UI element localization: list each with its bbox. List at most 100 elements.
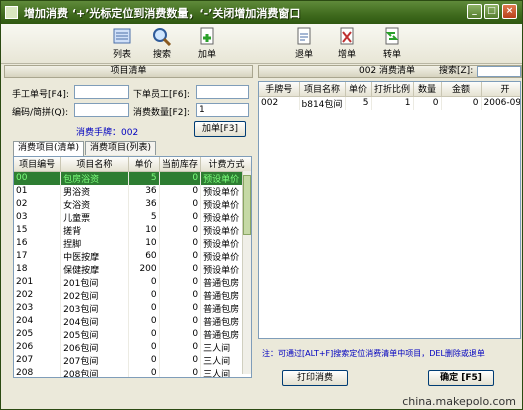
col-item-code[interactable]: 项目编号: [14, 157, 62, 172]
consumption-row-cell: 0: [441, 96, 482, 110]
item-tabs: 消费项目(清单) 消费项目(列表): [13, 141, 157, 156]
search-tool-button[interactable]: 搜索: [144, 26, 180, 62]
item-row-cell: 03: [14, 210, 62, 224]
item-row-cell: 10: [128, 223, 160, 237]
item-row-cell: 206: [14, 340, 62, 354]
col-unit-price[interactable]: 单价: [345, 82, 372, 97]
item-row-cell: 01: [14, 184, 62, 198]
item-grid-scrollbar[interactable]: [242, 171, 251, 374]
confirm-button[interactable]: 确定 [F5]: [428, 370, 494, 386]
item-row-cell: 女浴资: [60, 197, 129, 211]
item-row-cell: 男浴资: [60, 184, 129, 198]
consumption-header: 002 消费清单 搜索[Z]:: [258, 65, 522, 78]
item-row[interactable]: 00 包房浴资 5 0 预设单价: [14, 171, 251, 185]
transfer-tool-button[interactable]: 转单: [374, 26, 410, 62]
item-row-cell: 10: [128, 236, 160, 250]
col-stock[interactable]: 当前库存: [159, 157, 202, 172]
item-row-cell: 0: [159, 249, 202, 263]
item-row[interactable]: 205 205包间 0 0 普通包房: [14, 327, 251, 341]
item-row[interactable]: 203 203包间 0 0 普通包房: [14, 301, 251, 315]
item-row-cell: 17: [14, 249, 62, 263]
tab-item-list[interactable]: 消费项目(清单): [13, 141, 85, 156]
item-row[interactable]: 01 男浴资 36 0 预设单价: [14, 184, 251, 198]
item-row-cell: 0: [159, 275, 202, 289]
item-row[interactable]: 202 202包间 0 0 普通包房: [14, 288, 251, 302]
item-row[interactable]: 206 206包间 0 0 三人间: [14, 340, 251, 354]
refund-tool-button[interactable]: 退单: [286, 26, 322, 62]
item-row[interactable]: 207 207包间 0 0 三人间: [14, 353, 251, 367]
item-row[interactable]: 18 保健按摩 200 0 预设单价: [14, 262, 251, 276]
col-card-no[interactable]: 手牌号: [259, 82, 300, 97]
item-row-cell: 36: [128, 197, 160, 211]
item-row-cell: 207: [14, 353, 62, 367]
scroll-thumb[interactable]: [243, 175, 251, 235]
col-amount[interactable]: 金额: [441, 82, 482, 97]
consumption-title: 002 消费清单: [359, 66, 416, 76]
item-row-cell: 捏脚: [60, 236, 129, 250]
item-row-cell: 15: [14, 223, 62, 237]
maximize-button[interactable]: □: [484, 4, 499, 19]
title-bar: 增加消费 ‘+’光标定位到消费数量，‘-’关闭增加消费窗口 _ □ ×: [1, 1, 522, 24]
item-row-cell: 0: [159, 236, 202, 250]
card-number-text: 消费手牌：002: [76, 128, 139, 138]
print-button[interactable]: 打印消费: [282, 370, 348, 386]
col-price[interactable]: 单价: [128, 157, 160, 172]
code-input[interactable]: [74, 103, 129, 117]
consumption-search-input[interactable]: [477, 66, 521, 77]
consumption-row-cell: 0: [413, 96, 442, 110]
watermark: china.makepolo.com: [402, 395, 516, 408]
item-row-cell: 202包间: [60, 288, 129, 302]
item-row[interactable]: 204 204包间 0 0 普通包房: [14, 314, 251, 328]
item-row-cell: 0: [159, 327, 202, 341]
add-order-button[interactable]: 加单[F3]: [194, 121, 246, 137]
minimize-button[interactable]: _: [467, 4, 482, 19]
list-tool-button[interactable]: 列表: [104, 26, 140, 62]
consumption-list-panel: 002 消费清单 搜索[Z]: 手牌号 项目名称 单价 打折比例 数量 金额 开…: [258, 65, 522, 407]
consumption-grid: 手牌号 项目名称 单价 打折比例 数量 金额 开 002 b814包间 5 1 0 0 20…: [258, 81, 521, 339]
item-row-cell: 200: [128, 262, 160, 276]
consumption-row-cell: 1: [371, 96, 414, 110]
col-billing[interactable]: 计费方式: [200, 157, 251, 172]
hint-note: 注：可通过[ALT+F]搜索定位消费清单中项目，DEL删除或退单: [262, 349, 485, 358]
item-row-cell: 201: [14, 275, 62, 289]
item-row-cell: 204包间: [60, 314, 129, 328]
item-row-cell: 0: [159, 184, 202, 198]
qty-input[interactable]: 1: [196, 103, 249, 117]
void-icon: [340, 27, 354, 45]
col-discount[interactable]: 打折比例: [371, 82, 414, 97]
item-row[interactable]: 201 201包间 0 0 普通包房: [14, 275, 251, 289]
search-label: 搜索[Z]:: [439, 66, 474, 76]
list-icon: [113, 28, 131, 44]
item-row[interactable]: 02 女浴资 36 0 预设单价: [14, 197, 251, 211]
item-row-cell: 0: [159, 210, 202, 224]
staff-input[interactable]: [196, 85, 249, 99]
item-row-cell: 18: [14, 262, 62, 276]
item-row-cell: 儿童票: [60, 210, 129, 224]
tab-item-table[interactable]: 消费项目(列表): [85, 141, 157, 155]
consumption-row-cell: 5: [345, 96, 372, 110]
window-title: 增加消费 ‘+’光标定位到消费数量，‘-’关闭增加消费窗口: [24, 6, 301, 20]
item-row[interactable]: 16 捏脚 10 0 预设单价: [14, 236, 251, 250]
add-consumption-window: 增加消费 ‘+’光标定位到消费数量，‘-’关闭增加消费窗口 _ □ × 列表 搜…: [0, 0, 523, 410]
item-row-cell: 0: [159, 288, 202, 302]
manual-no-input[interactable]: [74, 85, 129, 99]
item-row[interactable]: 03 儿童票 5 0 预设单价: [14, 210, 251, 224]
toolbar: 列表 搜索 加单 退单 增单 转单: [1, 24, 522, 64]
col-open-time[interactable]: 开: [481, 82, 520, 97]
add-tool-button[interactable]: 加单: [189, 26, 225, 62]
item-row[interactable]: 15 搓背 10 0 预设单价: [14, 223, 251, 237]
col-item-name[interactable]: 项目名称: [60, 157, 129, 172]
item-row-cell: 0: [159, 223, 202, 237]
item-row-cell: 60: [128, 249, 160, 263]
item-row[interactable]: 17 中医按摩 60 0 预设单价: [14, 249, 251, 263]
col-quantity[interactable]: 数量: [413, 82, 442, 97]
item-row-cell: 0: [128, 301, 160, 315]
item-row[interactable]: 208 208包间 0 0 三人间: [14, 366, 251, 377]
close-button[interactable]: ×: [502, 4, 517, 19]
void-tool-button[interactable]: 增单: [329, 26, 365, 62]
item-row-cell: 36: [128, 184, 160, 198]
item-row-cell: 0: [159, 340, 202, 354]
col-project-name[interactable]: 项目名称: [299, 82, 346, 97]
consumption-row[interactable]: 002 b814包间 5 1 0 0 2006-09: [259, 96, 520, 110]
item-row-cell: 中医按摩: [60, 249, 129, 263]
